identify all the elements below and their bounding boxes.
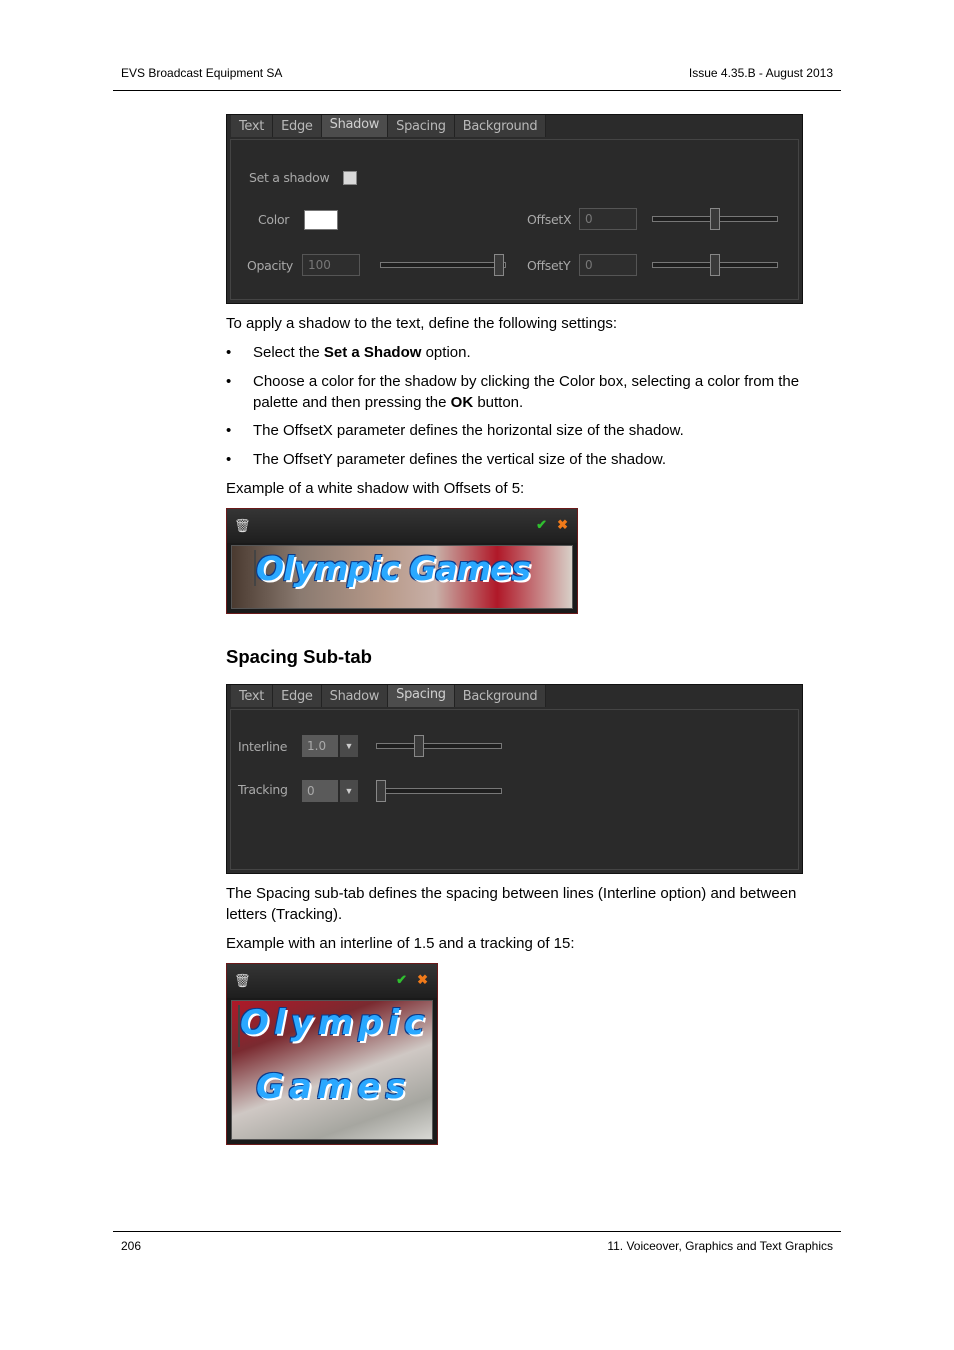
bullet-3-text: The OffsetX parameter defines the horizo… bbox=[253, 422, 684, 439]
interline-combo[interactable]: 1.0 ▼ bbox=[302, 735, 358, 757]
preview-image: Olympic Games bbox=[231, 1000, 433, 1140]
example-2-caption: Example with an interline of 1.5 and a t… bbox=[226, 935, 575, 952]
preview-line-1: Olympic bbox=[240, 1003, 430, 1043]
interline-slider[interactable] bbox=[376, 735, 502, 757]
spacing-tab-content: Interline 1.0 ▼ Tracking 0 ▼ bbox=[230, 709, 799, 870]
spacing-settings-panel: Text Edge Shadow Spacing Background Inte… bbox=[226, 684, 803, 874]
tab-edge[interactable]: Edge bbox=[273, 115, 322, 137]
header-right: Issue 4.35.B - August 2013 bbox=[688, 66, 833, 80]
check-icon[interactable]: ✔ bbox=[536, 517, 547, 533]
opacity-slider[interactable] bbox=[380, 254, 506, 276]
color-swatch[interactable] bbox=[304, 210, 338, 230]
spacing-example-preview: 🗑 ✔ ✖ Olympic Games bbox=[226, 963, 438, 1145]
chevron-down-icon[interactable]: ▼ bbox=[340, 780, 358, 802]
tracking-value[interactable]: 0 bbox=[302, 780, 338, 802]
offsetx-label: OffsetX bbox=[527, 212, 572, 227]
set-shadow-label: Set a shadow bbox=[249, 170, 330, 185]
opacity-slider-handle[interactable] bbox=[494, 254, 504, 276]
offsetx-slider-handle[interactable] bbox=[710, 208, 720, 230]
offsety-slider[interactable] bbox=[652, 254, 778, 276]
header-rule bbox=[113, 90, 841, 91]
preview-toolbar: 🗑 ✔ ✖ bbox=[227, 509, 577, 543]
bullet-4-marker: • bbox=[226, 451, 232, 468]
close-icon[interactable]: ✖ bbox=[417, 972, 428, 988]
preview-toolbar: 🗑 ✔ ✖ bbox=[227, 964, 437, 998]
bullet-1-marker: • bbox=[226, 344, 232, 361]
footer-rule bbox=[113, 1231, 841, 1232]
set-shadow-checkbox[interactable] bbox=[343, 171, 357, 185]
interline-label: Interline bbox=[238, 739, 288, 754]
opacity-label: Opacity bbox=[247, 258, 293, 273]
color-label: Color bbox=[258, 212, 290, 227]
subtab-bar: Text Edge Shadow Spacing Background bbox=[231, 115, 547, 137]
interline-slider-handle[interactable] bbox=[414, 735, 424, 757]
shadow-settings-panel: Text Edge Shadow Spacing Background Set … bbox=[226, 114, 803, 304]
bullet-4-text: The OffsetY parameter defines the vertic… bbox=[253, 451, 667, 468]
tab-background[interactable]: Background bbox=[454, 685, 547, 707]
offsety-slider-handle[interactable] bbox=[710, 254, 720, 276]
tab-shadow[interactable]: Shadow bbox=[321, 685, 389, 707]
preview-line-2: Games bbox=[256, 1067, 411, 1107]
tab-spacing[interactable]: Spacing bbox=[388, 115, 455, 137]
offsety-label: OffsetY bbox=[527, 258, 571, 273]
example-1-caption: Example of a white shadow with Offsets o… bbox=[226, 480, 525, 497]
tracking-label: Tracking bbox=[238, 782, 288, 797]
tab-edge[interactable]: Edge bbox=[273, 685, 322, 707]
bullet-2-marker: • bbox=[226, 373, 232, 390]
shadow-tab-content: Set a shadow Color Opacity 100 OffsetX 0… bbox=[230, 139, 799, 300]
shadow-example-preview: 🗑 ✔ ✖ Olympic Games bbox=[226, 508, 578, 614]
tab-shadow[interactable]: Shadow bbox=[321, 115, 389, 137]
tab-background[interactable]: Background bbox=[454, 115, 547, 137]
check-icon[interactable]: ✔ bbox=[396, 972, 407, 988]
offsetx-slider[interactable] bbox=[652, 208, 778, 230]
tab-text[interactable]: Text bbox=[231, 115, 274, 137]
page-number: 206 bbox=[121, 1239, 142, 1253]
bullet-3-marker: • bbox=[226, 422, 232, 439]
preview-image: Olympic Games bbox=[231, 545, 573, 609]
interline-value[interactable]: 1.0 bbox=[302, 735, 338, 757]
tab-spacing[interactable]: Spacing bbox=[388, 685, 455, 707]
intro-paragraph: To apply a shadow to the text, define th… bbox=[226, 315, 618, 332]
bullet-2-text: Choose a color for the shadow by clickin… bbox=[253, 373, 800, 411]
tracking-combo[interactable]: 0 ▼ bbox=[302, 780, 358, 802]
trash-icon[interactable]: 🗑 bbox=[234, 973, 251, 989]
section-heading: Spacing Sub-tab bbox=[226, 646, 372, 667]
trash-icon[interactable]: 🗑 bbox=[234, 518, 251, 534]
tab-text[interactable]: Text bbox=[231, 685, 274, 707]
tracking-slider[interactable] bbox=[376, 780, 502, 802]
bullet-1-text: Select the Set a Shadow option. bbox=[253, 344, 471, 361]
header-left: EVS Broadcast Equipment SA bbox=[121, 66, 283, 80]
tracking-slider-handle[interactable] bbox=[376, 780, 386, 802]
spacing-description: The Spacing sub-tab defines the spacing … bbox=[226, 885, 797, 923]
opacity-field[interactable]: 100 bbox=[302, 254, 360, 276]
offsety-field[interactable]: 0 bbox=[579, 254, 637, 276]
chevron-down-icon[interactable]: ▼ bbox=[340, 735, 358, 757]
footer-chapter: 11. Voiceover, Graphics and Text Graphic… bbox=[607, 1239, 833, 1253]
offsetx-field[interactable]: 0 bbox=[579, 208, 637, 230]
close-icon[interactable]: ✖ bbox=[557, 517, 568, 533]
subtab-bar: Text Edge Shadow Spacing Background bbox=[231, 685, 547, 707]
preview-title-text: Olympic Games bbox=[256, 549, 531, 588]
